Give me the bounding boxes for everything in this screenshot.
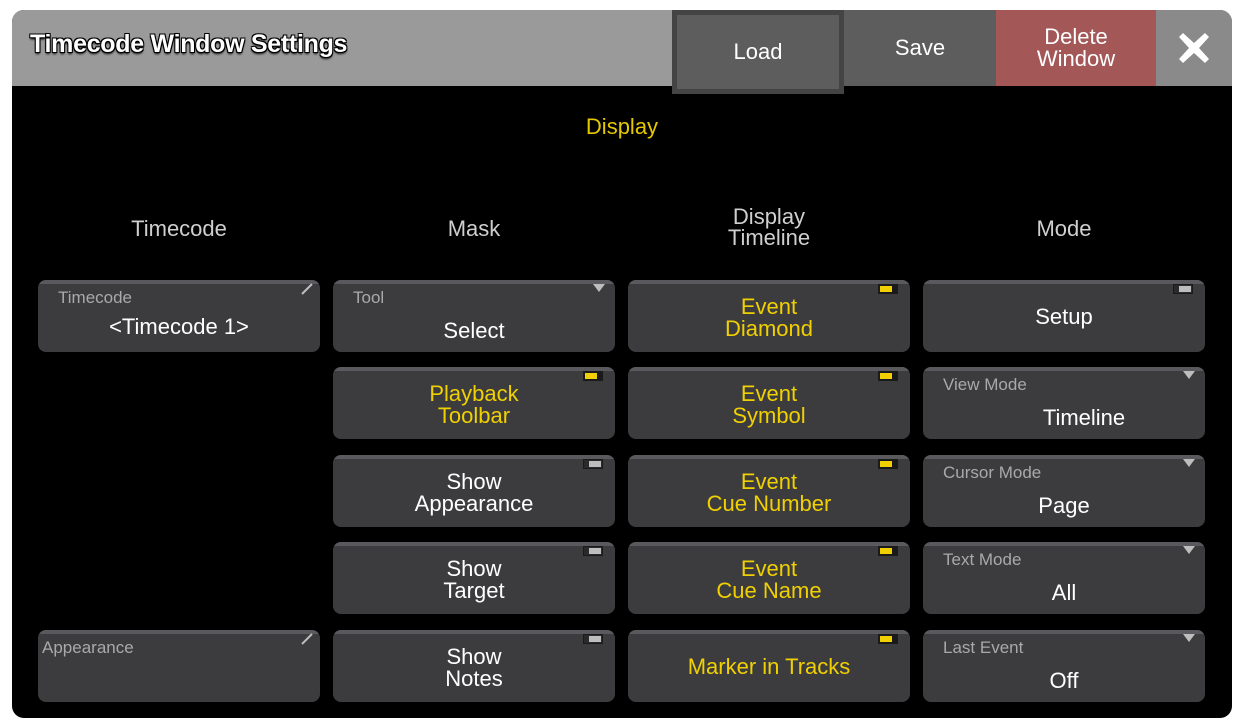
column-header-timecode: Timecode bbox=[131, 216, 227, 241]
title-bar: Timecode Window Settings Load Save Delet… bbox=[12, 10, 1232, 94]
appearance-label: Appearance bbox=[42, 638, 134, 657]
timecode-window-settings-dialog: Timecode Window Settings Load Save Delet… bbox=[12, 10, 1232, 718]
window-title: Timecode Window Settings bbox=[30, 30, 348, 58]
event-cue-number-label: Event Cue Number bbox=[706, 469, 832, 516]
text-mode-dropdown[interactable]: Text Mode All bbox=[923, 542, 1205, 614]
toggle-on-indicator-icon bbox=[878, 371, 898, 381]
timecode-label: Timecode bbox=[58, 288, 133, 307]
playback-toolbar-toggle[interactable]: Playback Toolbar bbox=[333, 367, 615, 439]
event-diamond-label: Event Diamond bbox=[724, 294, 814, 341]
cursor-mode-value: Page bbox=[1038, 493, 1090, 518]
marker-in-tracks-label: Marker in Tracks bbox=[687, 654, 851, 679]
close-button[interactable] bbox=[1156, 10, 1232, 86]
edit-corner-icon bbox=[301, 283, 313, 295]
event-cue-name-label: Event Cue Name bbox=[716, 556, 822, 603]
show-target-label: Show Target bbox=[443, 556, 505, 603]
dropdown-arrow-icon bbox=[1183, 459, 1195, 467]
load-button[interactable]: Load bbox=[672, 10, 844, 94]
view-mode-label: View Mode bbox=[943, 375, 1027, 394]
timecode-select-button[interactable]: Timecode <Timecode 1> bbox=[38, 280, 320, 352]
last-event-value: Off bbox=[1049, 668, 1079, 693]
dropdown-arrow-icon bbox=[1183, 371, 1195, 379]
last-event-dropdown[interactable]: Last Event Off bbox=[923, 630, 1205, 702]
toggle-off-indicator-icon bbox=[1173, 284, 1193, 294]
show-appearance-label: Show Appearance bbox=[414, 469, 534, 516]
save-button-label: Save bbox=[894, 35, 946, 60]
event-symbol-label: Event Symbol bbox=[732, 381, 806, 428]
event-symbol-toggle[interactable]: Event Symbol bbox=[628, 367, 910, 439]
setup-label: Setup bbox=[1035, 304, 1093, 329]
event-diamond-toggle[interactable]: Event Diamond bbox=[628, 280, 910, 352]
cursor-mode-dropdown[interactable]: Cursor Mode Page bbox=[923, 455, 1205, 527]
toggle-on-indicator-icon bbox=[878, 284, 898, 294]
text-mode-label: Text Mode bbox=[943, 550, 1022, 569]
cursor-mode-label: Cursor Mode bbox=[943, 463, 1042, 482]
marker-in-tracks-toggle[interactable]: Marker in Tracks bbox=[628, 630, 910, 702]
view-mode-value: Timeline bbox=[1042, 405, 1126, 430]
tool-label: Tool bbox=[353, 288, 385, 307]
delete-window-button[interactable]: Delete Window bbox=[996, 10, 1156, 86]
toggle-on-indicator-icon bbox=[878, 459, 898, 469]
appearance-button[interactable]: Appearance bbox=[38, 630, 320, 702]
setup-toggle[interactable]: Setup bbox=[923, 280, 1205, 352]
tool-dropdown[interactable]: Tool Select bbox=[333, 280, 615, 352]
dropdown-arrow-icon bbox=[593, 284, 605, 292]
column-header-mode: Mode bbox=[1036, 216, 1092, 241]
event-cue-number-toggle[interactable]: Event Cue Number bbox=[628, 455, 910, 527]
section-title-display: Display bbox=[585, 114, 659, 139]
view-mode-dropdown[interactable]: View Mode Timeline bbox=[923, 367, 1205, 439]
close-x-icon bbox=[1179, 33, 1209, 63]
show-appearance-toggle[interactable]: Show Appearance bbox=[333, 455, 615, 527]
column-header-mask: Mask bbox=[447, 216, 501, 241]
save-button[interactable]: Save bbox=[844, 10, 996, 86]
delete-window-button-label: Delete Window bbox=[1036, 24, 1116, 71]
event-cue-name-toggle[interactable]: Event Cue Name bbox=[628, 542, 910, 614]
text-mode-value: All bbox=[1051, 580, 1077, 605]
column-header-display-timeline: Display Timeline bbox=[727, 204, 811, 250]
tool-value: Select bbox=[443, 318, 505, 343]
show-notes-toggle[interactable]: Show Notes bbox=[333, 630, 615, 702]
show-notes-label: Show Notes bbox=[445, 644, 503, 691]
toggle-off-indicator-icon bbox=[583, 634, 603, 644]
dropdown-arrow-icon bbox=[1183, 634, 1195, 642]
timecode-value: <Timecode 1> bbox=[109, 314, 249, 339]
playback-toolbar-label: Playback Toolbar bbox=[429, 381, 519, 428]
dropdown-arrow-icon bbox=[1183, 546, 1195, 554]
edit-corner-icon bbox=[301, 633, 313, 645]
show-target-toggle[interactable]: Show Target bbox=[333, 542, 615, 614]
load-button-label: Load bbox=[733, 39, 783, 64]
toggle-off-indicator-icon bbox=[583, 459, 603, 469]
toggle-on-indicator-icon bbox=[878, 634, 898, 644]
last-event-label: Last Event bbox=[943, 638, 1024, 657]
toggle-off-indicator-icon bbox=[583, 546, 603, 556]
toggle-on-indicator-icon bbox=[878, 546, 898, 556]
toggle-on-indicator-icon bbox=[583, 371, 603, 381]
